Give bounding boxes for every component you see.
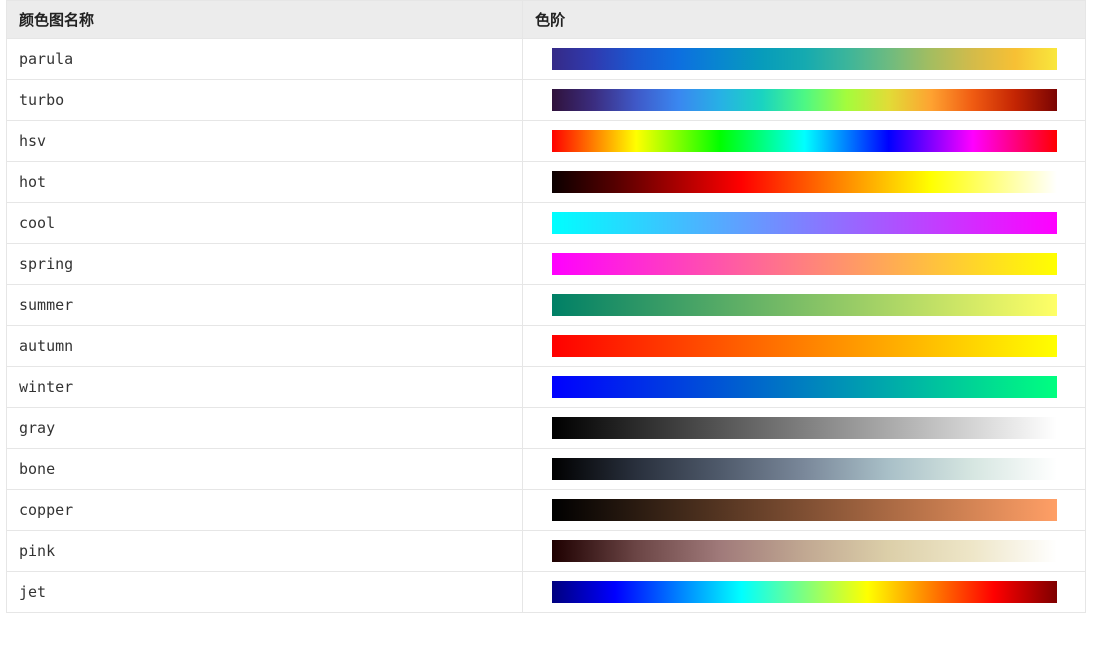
colormap-swatch-cell bbox=[523, 203, 1086, 244]
table-row: hot bbox=[7, 162, 1086, 203]
table-row: jet bbox=[7, 572, 1086, 613]
table-header-row: 颜色图名称 色阶 bbox=[7, 1, 1086, 39]
colormap-swatch-cell bbox=[523, 162, 1086, 203]
colormap-name: winter bbox=[7, 367, 523, 408]
table-row: cool bbox=[7, 203, 1086, 244]
colormap-swatch-summer bbox=[552, 294, 1057, 316]
colormap-swatch-bone bbox=[552, 458, 1057, 480]
colormap-swatch-cool bbox=[552, 212, 1057, 234]
table-row: winter bbox=[7, 367, 1086, 408]
colormap-swatch-pink bbox=[552, 540, 1057, 562]
colormap-swatch-autumn bbox=[552, 335, 1057, 357]
table-row: parula bbox=[7, 39, 1086, 80]
colormap-name: spring bbox=[7, 244, 523, 285]
colormap-name: gray bbox=[7, 408, 523, 449]
colormap-swatch-cell bbox=[523, 449, 1086, 490]
colormap-table: 颜色图名称 色阶 parulaturbohsvhotcoolspringsumm… bbox=[6, 0, 1086, 613]
header-name: 颜色图名称 bbox=[7, 1, 523, 39]
table-row: gray bbox=[7, 408, 1086, 449]
colormap-name: parula bbox=[7, 39, 523, 80]
colormap-name: hot bbox=[7, 162, 523, 203]
colormap-name: jet bbox=[7, 572, 523, 613]
colormap-swatch-winter bbox=[552, 376, 1057, 398]
colormap-swatch-jet bbox=[552, 581, 1057, 603]
colormap-name: pink bbox=[7, 531, 523, 572]
colormap-name: hsv bbox=[7, 121, 523, 162]
table-row: bone bbox=[7, 449, 1086, 490]
colormap-name: cool bbox=[7, 203, 523, 244]
table-row: spring bbox=[7, 244, 1086, 285]
colormap-swatch-cell bbox=[523, 408, 1086, 449]
table-row: summer bbox=[7, 285, 1086, 326]
colormap-swatch-cell bbox=[523, 80, 1086, 121]
table-row: turbo bbox=[7, 80, 1086, 121]
colormap-swatch-cell bbox=[523, 367, 1086, 408]
table-row: pink bbox=[7, 531, 1086, 572]
colormap-swatch-cell bbox=[523, 121, 1086, 162]
colormap-swatch-spring bbox=[552, 253, 1057, 275]
colormap-swatch-cell bbox=[523, 244, 1086, 285]
colormap-swatch-cell bbox=[523, 326, 1086, 367]
colormap-swatch-hsv bbox=[552, 130, 1057, 152]
colormap-swatch-cell bbox=[523, 39, 1086, 80]
colormap-name: summer bbox=[7, 285, 523, 326]
colormap-swatch-parula bbox=[552, 48, 1057, 70]
colormap-swatch-cell bbox=[523, 490, 1086, 531]
table-row: autumn bbox=[7, 326, 1086, 367]
table-row: copper bbox=[7, 490, 1086, 531]
colormap-name: autumn bbox=[7, 326, 523, 367]
colormap-swatch-turbo bbox=[552, 89, 1057, 111]
colormap-swatch-cell bbox=[523, 285, 1086, 326]
table-row: hsv bbox=[7, 121, 1086, 162]
colormap-name: turbo bbox=[7, 80, 523, 121]
colormap-swatch-hot bbox=[552, 171, 1057, 193]
header-scale: 色阶 bbox=[523, 1, 1086, 39]
colormap-swatch-copper bbox=[552, 499, 1057, 521]
colormap-swatch-gray bbox=[552, 417, 1057, 439]
colormap-swatch-cell bbox=[523, 572, 1086, 613]
colormap-name: bone bbox=[7, 449, 523, 490]
colormap-name: copper bbox=[7, 490, 523, 531]
colormap-swatch-cell bbox=[523, 531, 1086, 572]
